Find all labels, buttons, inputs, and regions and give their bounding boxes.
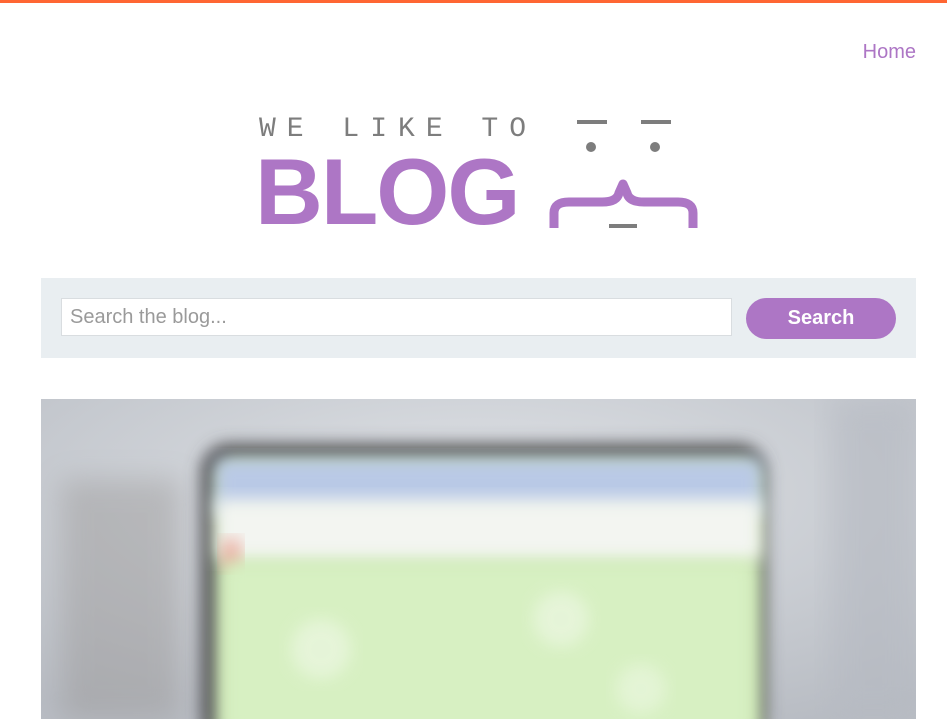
top-accent-bar [0,0,947,3]
site-logo[interactable]: WE LIKE TO BLOG [255,115,702,239]
main-nav: Home [863,41,916,64]
search-button[interactable]: Search [746,298,896,339]
search-panel: Search [41,278,916,358]
nav-home-link[interactable]: Home [863,41,916,63]
logo-face-icon [549,120,698,228]
hero-image [41,399,916,719]
search-input[interactable] [61,298,732,336]
logo-word: BLOG [255,139,521,244]
blurred-tv-image [41,399,916,719]
